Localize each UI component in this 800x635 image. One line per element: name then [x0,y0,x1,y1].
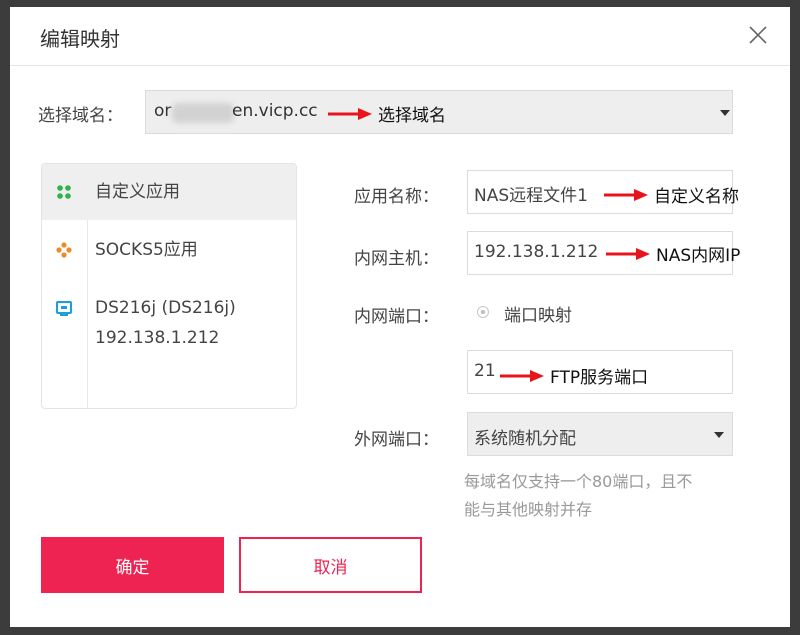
domain-annotation: 选择域名 [328,101,446,126]
sidebar-item-custom-app[interactable]: 自定义应用 [42,164,296,220]
port-mapping-radio-label: 端口映射 [504,306,572,326]
confirm-button[interactable]: 确定 [41,537,224,593]
sidebar-item-label: 自定义应用 [95,182,180,202]
chevron-down-icon [720,110,730,116]
app-name-annotation: 自定义名称 [604,182,739,207]
close-button[interactable] [746,23,770,47]
red-arrow-icon [328,107,372,120]
internal-host-value: 192.138.1.212 [474,242,599,262]
title-divider [10,65,790,66]
chevron-down-icon [714,432,724,438]
sidebar-item-socks5[interactable]: SOCKS5应用 [42,220,296,276]
red-arrow-icon [604,188,648,201]
sidebar-item-label: SOCKS5应用 [95,240,198,260]
custom-app-icon [57,185,71,199]
external-port-selected: 系统随机分配 [474,429,576,449]
app-name-annotation-text: 自定义名称 [654,187,739,207]
hint-line: 能与其他映射并存 [464,500,593,519]
socks5-icon [56,242,72,258]
edit-mapping-dialog: 编辑映射 选择域名： or en.vicp.cc 选择域名 自定义应用 SOCK… [10,7,790,627]
internal-port-annotation-text: FTP服务端口 [550,368,649,388]
sidebar-item-ds216j[interactable]: DS216j (DS216j) 192.138.1.212 [42,280,296,360]
redacted-region [172,103,234,123]
internal-port-label: 内网端口： [354,307,439,327]
sidebar-item-label: DS216j (DS216j) [95,298,236,318]
app-type-list: 自定义应用 SOCKS5应用 DS216j (DS216j) 192.138.1… [41,163,297,409]
domain-value-prefix: or [154,101,172,121]
domain-value-suffix: en.vicp.cc [232,101,318,121]
nas-device-icon [56,301,72,316]
red-arrow-icon [500,369,544,382]
close-icon [749,26,767,44]
internal-port-annotation: FTP服务端口 [500,363,648,388]
red-arrow-icon [606,247,650,260]
external-port-select[interactable]: 系统随机分配 [467,412,733,456]
domain-annotation-text: 选择域名 [378,106,446,126]
app-name-label: 应用名称： [354,187,439,207]
port-mapping-radio[interactable] [477,306,489,318]
external-port-hint: 每域名仅支持一个80端口，且不 能与其他映射并存 [464,468,754,524]
sidebar-item-sublabel: 192.138.1.212 [95,328,220,348]
internal-host-annotation-text: NAS内网IP [656,246,741,266]
internal-host-label: 内网主机： [354,249,439,269]
internal-port-value: 21 [474,361,496,381]
external-port-label: 外网端口： [354,430,439,450]
dialog-title: 编辑映射 [40,27,120,51]
domain-label: 选择域名： [38,106,123,126]
app-name-value: NAS远程文件1 [474,186,588,206]
cancel-button[interactable]: 取消 [239,537,422,593]
internal-host-annotation: NAS内网IP [606,241,740,266]
hint-line: 每域名仅支持一个80端口，且不 [464,472,693,491]
